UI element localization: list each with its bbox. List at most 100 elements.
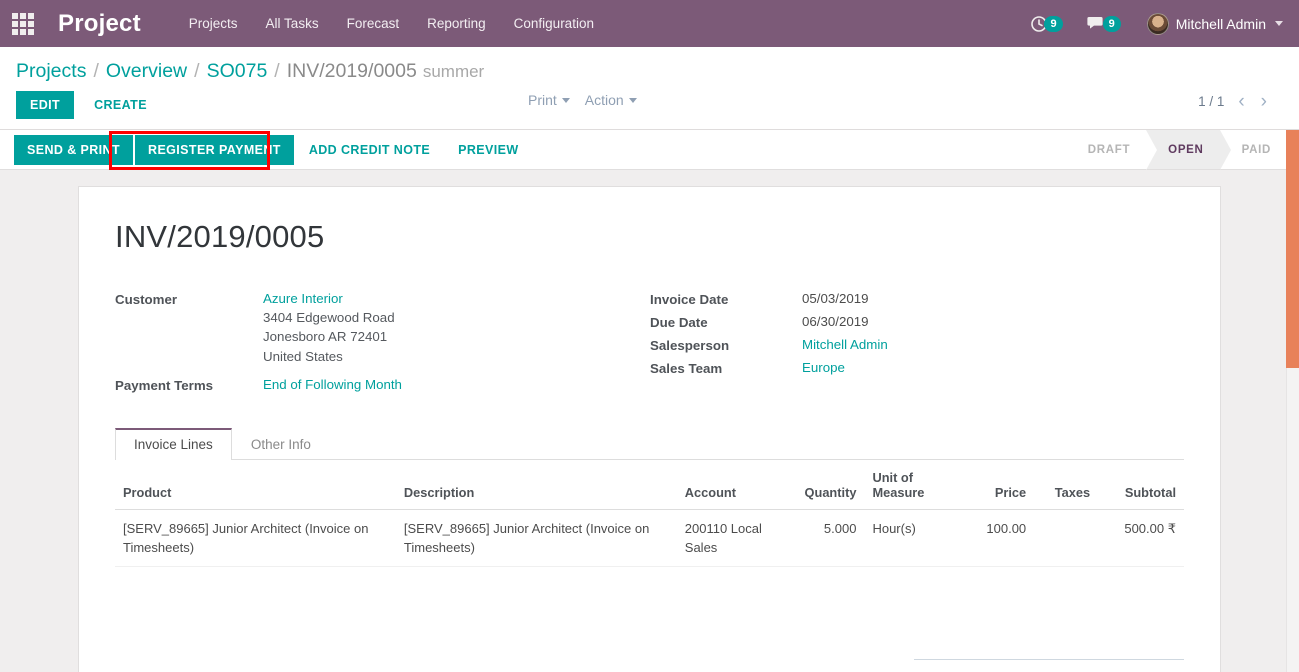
invoice-date-label: Invoice Date [650,292,729,307]
page-title: INV/2019/0005 [115,219,325,254]
breadcrumb-subtitle: summer [422,62,485,81]
cell-product: [SERV_89665] Junior Architect (Invoice o… [115,509,396,567]
control-panel-buttons: EDIT CREATE Print Action 1 / 1 ‹ › [16,89,1283,129]
app-brand-title: Project [58,9,141,37]
control-panel-dropdowns: Print Action [528,92,637,108]
preview-button[interactable]: PREVIEW [445,135,531,165]
pager: 1 / 1 ‹ › [1198,92,1269,111]
payment-terms-field-row: Payment Terms End of Following Month [115,375,650,395]
customer-field-row: Customer Azure Interior 3404 Edgewood Ro… [115,289,650,366]
payment-terms-label: Payment Terms [115,377,214,393]
customer-value: Azure Interior 3404 Edgewood Road Jonesb… [263,289,395,366]
chevron-left-icon[interactable]: ‹ [1236,92,1246,111]
breadcrumb-item-so075[interactable]: SO075 [207,60,268,83]
user-name-label: Mitchell Admin [1175,15,1266,32]
column-header-quantity[interactable]: Quantity [786,459,865,510]
invoice-lines-body: [SERV_89665] Junior Architect (Invoice o… [115,509,1184,567]
user-menu-button[interactable]: Mitchell Admin [1141,12,1283,35]
salesperson-link[interactable]: Mitchell Admin [802,337,888,352]
action-dropdown[interactable]: Action [585,92,637,108]
chevron-right-icon[interactable]: › [1259,92,1269,111]
breadcrumb-item-projects[interactable]: Projects [16,60,86,83]
control-panel: Projects / Overview / SO075 / INV/2019/0… [0,47,1299,130]
navbar-systray: 9 9 Mitchell Admin [1026,12,1289,35]
due-date-field-row: Due Date 06/30/2019 [650,312,1100,332]
print-dropdown[interactable]: Print [528,92,570,108]
menu-item-projects[interactable]: Projects [175,10,252,37]
customer-address-line-2: Jonesboro AR 72401 [263,329,388,345]
due-date-value: 06/30/2019 [802,314,869,329]
send-and-print-button[interactable]: SEND & PRINT [14,134,134,165]
status-badge-open[interactable]: OPEN [1146,130,1232,170]
salesperson-value: Mitchell Admin [802,335,888,354]
menu-item-all-tasks[interactable]: All Tasks [252,10,333,37]
column-header-subtotal[interactable]: Subtotal [1098,459,1184,510]
column-header-price[interactable]: Price [956,459,1035,510]
create-button[interactable]: CREATE [82,91,159,119]
invoice-lines-header: Product Description Account Quantity Uni… [115,459,1184,510]
breadcrumb-separator: / [194,60,200,82]
menu-item-configuration[interactable]: Configuration [500,10,608,37]
cell-description: [SERV_89665] Junior Architect (Invoice o… [395,509,677,567]
statusbar: SEND & PRINT REGISTER PAYMENT ADD CREDIT… [0,130,1299,170]
chevron-down-icon [628,97,637,103]
salesperson-field-row: Salesperson Mitchell Admin [650,335,1100,355]
tab-invoice-lines[interactable]: Invoice Lines [115,427,232,460]
chevron-down-icon [1275,21,1283,26]
status-states: DRAFT OPEN PAID [1066,130,1299,170]
activity-count-badge: 9 [1044,15,1063,32]
payment-terms-value: End of Following Month [263,375,402,394]
column-header-unit-of-measure[interactable]: Unit of Measure [864,459,957,510]
customer-address-line-1: 3404 Edgewood Road [263,310,395,325]
sales-team-label: Sales Team [650,361,723,376]
menu-item-forecast[interactable]: Forecast [333,10,414,37]
sales-team-value: Europe [802,358,845,377]
sales-team-link[interactable]: Europe [802,360,845,375]
breadcrumb-item-overview[interactable]: Overview [106,60,187,83]
cell-quantity: 5.000 [786,509,865,567]
apps-grid-icon [12,12,34,35]
menu-item-reporting[interactable]: Reporting [413,10,500,37]
avatar [1146,12,1169,35]
chevron-down-icon [561,97,570,103]
cell-unit-of-measure: Hour(s) [864,509,957,567]
print-dropdown-label: Print [528,92,557,108]
customer-address-line-3: United States [263,348,343,364]
invoice-meta-column: Invoice Date 05/03/2019 Due Date 06/30/2… [650,289,1100,398]
customer-label: Customer [115,292,178,307]
register-payment-button[interactable]: REGISTER PAYMENT [135,134,294,165]
invoice-header-fields: Customer Azure Interior 3404 Edgewood Ro… [115,289,1184,398]
customer-name-link[interactable]: Azure Interior [263,291,343,306]
form-view-container: INV/2019/0005 Customer Azure Interior 34… [0,170,1299,672]
pager-count: 1 / 1 [1198,94,1225,109]
edit-button[interactable]: EDIT [16,90,75,119]
vertical-scrollbar-thumb[interactable] [1286,130,1299,368]
breadcrumb: Projects / Overview / SO075 / INV/2019/0… [16,47,1283,89]
column-header-account[interactable]: Account [676,459,787,510]
invoice-date-value: 05/03/2019 [802,291,869,306]
cell-account: 200110 Local Sales [676,509,787,567]
sales-team-field-row: Sales Team Europe [650,358,1100,378]
customer-info-column: Customer Azure Interior 3404 Edgewood Ro… [115,289,650,398]
breadcrumb-item-current: INV/2019/0005 [286,60,417,82]
column-header-product[interactable]: Product [115,459,396,510]
table-header-row: Product Description Account Quantity Uni… [115,459,1184,510]
cell-taxes [1034,509,1099,567]
payment-terms-link[interactable]: End of Following Month [263,377,402,392]
column-header-description[interactable]: Description [395,459,677,510]
status-badge-draft[interactable]: DRAFT [1066,130,1146,169]
table-row[interactable]: [SERV_89665] Junior Architect (Invoice o… [115,509,1184,567]
notebook-tabs: Invoice Lines Other Info [115,427,1184,460]
column-header-taxes[interactable]: Taxes [1034,459,1099,510]
tab-other-info[interactable]: Other Info [232,428,330,460]
messaging-menu-button[interactable]: 9 [1083,13,1125,35]
cell-price: 100.00 [956,509,1035,567]
totals-separator [914,658,1184,660]
add-credit-note-button[interactable]: ADD CREDIT NOTE [296,135,443,165]
invoice-lines-table: Product Description Account Quantity Uni… [115,459,1184,567]
activity-menu-button[interactable]: 9 [1026,13,1066,35]
action-dropdown-label: Action [584,92,624,108]
cell-subtotal: 500.00 ₹ [1098,509,1184,567]
invoice-date-field-row: Invoice Date 05/03/2019 [650,289,1100,309]
apps-menu-button[interactable] [0,0,46,47]
